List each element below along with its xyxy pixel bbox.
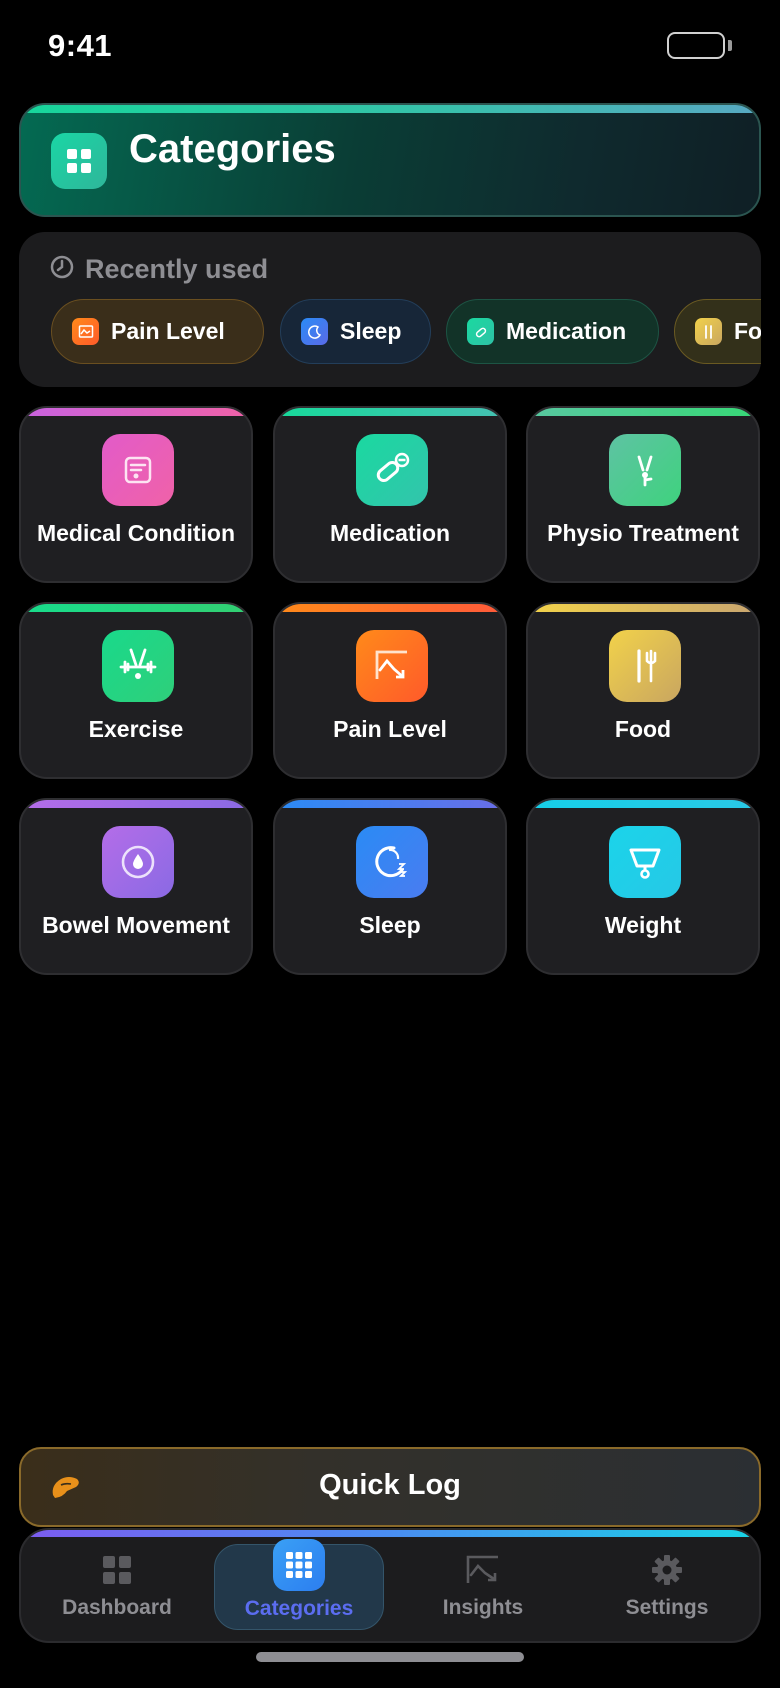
drop-icon — [102, 826, 174, 898]
card-accent-bar — [528, 408, 758, 416]
fork-knife-icon — [609, 630, 681, 702]
pill-icon — [467, 318, 494, 345]
recently-used-title: Recently used — [85, 254, 269, 284]
category-label: Physio Treatment — [547, 520, 739, 546]
clipboard-icon — [102, 434, 174, 506]
tab-label: Dashboard — [62, 1596, 172, 1619]
recent-chip-pain-level[interactable]: Pain Level — [51, 299, 264, 364]
category-card-pain-level[interactable]: Pain Level — [273, 602, 507, 779]
tab-settings[interactable]: Settings — [582, 1544, 752, 1630]
category-label: Weight — [604, 912, 682, 938]
battery-tip — [728, 40, 732, 51]
recent-chip-sleep[interactable]: Sleep — [280, 299, 431, 364]
category-card-food[interactable]: Food — [526, 602, 760, 779]
dumbbell-icon — [102, 630, 174, 702]
category-card-weight[interactable]: Weight — [526, 798, 760, 975]
stretch-icon — [609, 434, 681, 506]
category-label: Medical Condition — [36, 520, 236, 546]
moon-icon — [356, 826, 428, 898]
recent-chip-label: Medication — [506, 318, 627, 344]
category-card-medication[interactable]: Medication — [273, 406, 507, 583]
battery-icon — [667, 32, 725, 59]
grid-icon — [273, 1539, 325, 1591]
recent-chip-medication[interactable]: Medication — [446, 299, 659, 364]
card-accent-bar — [528, 604, 758, 612]
recent-chip-label: Food — [734, 318, 761, 344]
category-label: Medication — [329, 520, 451, 546]
tab-dashboard[interactable]: Dashboard — [32, 1544, 202, 1630]
card-accent-bar — [528, 800, 758, 808]
card-accent-bar — [21, 408, 251, 416]
pain-chart-icon — [72, 318, 99, 345]
recent-chip-label: Sleep — [340, 318, 402, 344]
page-title: Categories — [129, 127, 336, 171]
recently-used-header: Recently used — [49, 254, 268, 285]
home-indicator — [256, 1652, 524, 1662]
recent-chip-food[interactable]: Food — [674, 299, 761, 364]
scale-icon — [609, 826, 681, 898]
tab-insights[interactable]: Insights — [398, 1544, 568, 1630]
page-header: Categories — [19, 103, 761, 217]
card-accent-bar — [21, 800, 251, 808]
tab-label: Categories — [244, 1597, 354, 1620]
category-label: Bowel Movement — [42, 912, 230, 938]
status-time: 9:41 — [48, 28, 113, 63]
chart-icon — [465, 1552, 501, 1588]
gear-icon — [649, 1552, 685, 1588]
tab-bar: Dashboard Categories Insights Settings — [19, 1528, 761, 1643]
category-card-medical-condition[interactable]: Medical Condition — [19, 406, 253, 583]
quick-log-button[interactable]: Quick Log — [19, 1447, 761, 1527]
category-card-sleep[interactable]: Sleep — [273, 798, 507, 975]
recently-used-section: Recently used Pain Level Sleep Medicatio… — [19, 232, 761, 387]
header-accent-line — [21, 105, 759, 113]
fork-knife-icon — [695, 318, 722, 345]
card-accent-bar — [275, 604, 505, 612]
card-accent-bar — [275, 408, 505, 416]
card-accent-bar — [21, 604, 251, 612]
tab-label: Settings — [625, 1596, 709, 1619]
clock-icon — [49, 254, 75, 285]
status-bar: 9:41 — [0, 0, 780, 90]
pill-icon — [356, 434, 428, 506]
quick-log-label: Quick Log — [319, 1469, 461, 1501]
moon-icon — [301, 318, 328, 345]
category-label: Sleep — [359, 912, 421, 938]
tab-categories[interactable]: Categories — [214, 1539, 384, 1630]
category-card-physio-treatment[interactable]: Physio Treatment — [526, 406, 760, 583]
pain-chart-icon — [356, 630, 428, 702]
category-label: Food — [614, 716, 672, 742]
category-card-bowel-movement[interactable]: Bowel Movement — [19, 798, 253, 975]
category-card-exercise[interactable]: Exercise — [19, 602, 253, 779]
recent-chip-label: Pain Level — [111, 318, 225, 344]
category-label: Pain Level — [333, 716, 447, 742]
card-accent-bar — [275, 800, 505, 808]
dashboard-icon — [99, 1552, 135, 1588]
category-label: Exercise — [88, 716, 184, 742]
tab-bar-accent-line — [21, 1530, 759, 1537]
tab-label: Insights — [442, 1596, 524, 1619]
grid-icon — [51, 133, 107, 189]
